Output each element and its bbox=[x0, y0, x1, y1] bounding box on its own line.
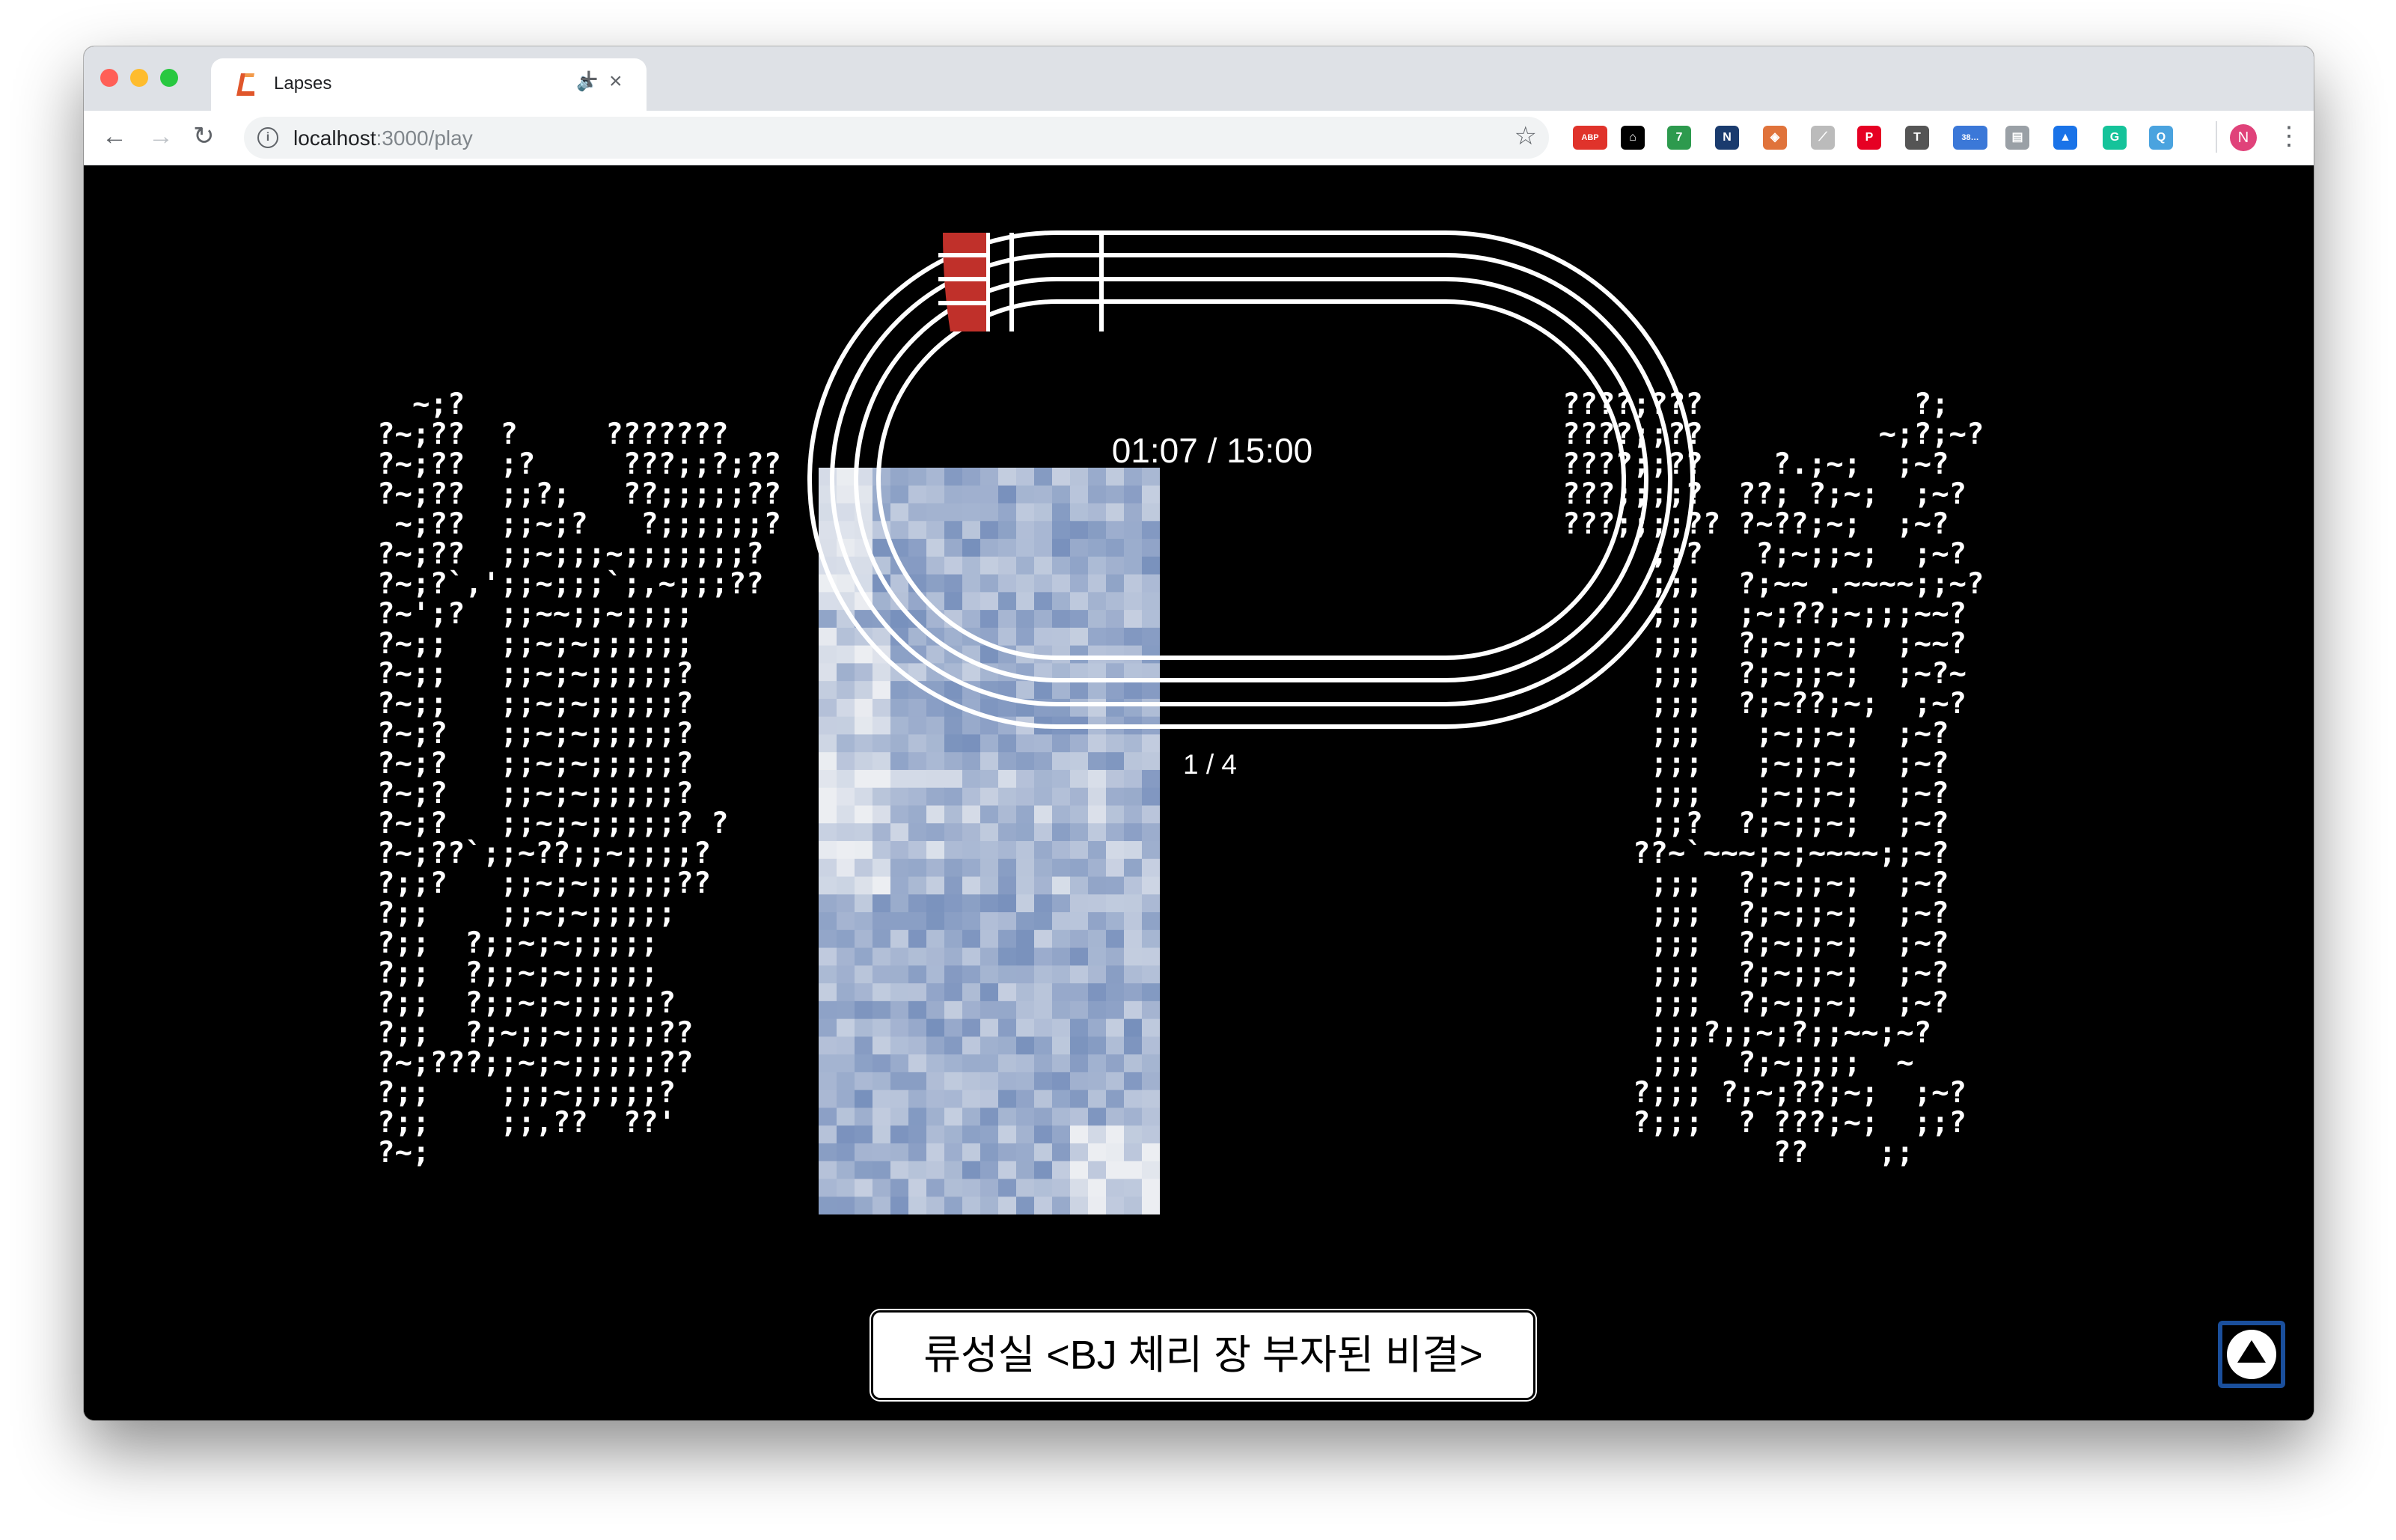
n-extension-icon[interactable]: N bbox=[1715, 126, 1739, 150]
forward-arrow-icon[interactable]: → bbox=[148, 120, 174, 153]
minimize-window-button[interactable] bbox=[130, 69, 148, 87]
bookmark-star-icon[interactable]: ☆ bbox=[1515, 121, 1537, 151]
shield-extension-icon[interactable]: ◈ bbox=[1763, 126, 1787, 150]
track-lane-line bbox=[854, 277, 1648, 682]
track-lane-line bbox=[876, 299, 1626, 660]
site-info-icon[interactable]: i bbox=[257, 127, 278, 148]
graduation-cap-icon[interactable]: ▲ bbox=[2053, 126, 2077, 150]
menu-kebab-icon[interactable]: ⋮ bbox=[2276, 121, 2302, 151]
adblock-icon[interactable]: ABP bbox=[1573, 126, 1607, 150]
home-icon[interactable]: ⌂ bbox=[1621, 126, 1645, 150]
toolbar-divider bbox=[2216, 121, 2217, 153]
grammar-extension-icon[interactable]: 7 bbox=[1667, 126, 1691, 150]
browser-window: Lapses 🔈 × + ← → ↻ i localhost:3000/play… bbox=[84, 46, 2314, 1420]
close-window-button[interactable] bbox=[100, 69, 118, 87]
t-extension-icon[interactable]: T bbox=[1905, 126, 1929, 150]
address-bar[interactable]: i localhost:3000/play ☆ bbox=[244, 117, 1549, 159]
tab-close-button[interactable]: × bbox=[609, 69, 623, 94]
player-stage: ~;? ?~;?? ? ??????? ?~;?? ;? ???;;?;?? ?… bbox=[84, 165, 2314, 1420]
tab-title: Lapses bbox=[274, 73, 332, 94]
track-progress-fill bbox=[943, 233, 986, 331]
flag-extension-icon[interactable]: ▤ bbox=[2005, 126, 2029, 150]
new-tab-button[interactable]: + bbox=[579, 63, 599, 96]
grammarly-icon[interactable]: G bbox=[2103, 126, 2127, 150]
search-extension-icon[interactable]: Q bbox=[2149, 126, 2173, 150]
playback-timer: 01:07 / 15:00 bbox=[1111, 431, 1313, 470]
pin-extension-icon[interactable]: ⟋ bbox=[1811, 126, 1835, 150]
up-arrow-icon bbox=[2227, 1330, 2276, 1379]
url-text[interactable]: localhost:3000/play bbox=[293, 126, 473, 150]
back-arrow-icon[interactable]: ← bbox=[102, 120, 127, 153]
maximize-window-button[interactable] bbox=[160, 69, 178, 87]
progress-race-track[interactable] bbox=[688, 165, 1712, 786]
scroll-up-button[interactable] bbox=[2218, 1321, 2285, 1388]
profile-avatar[interactable]: N bbox=[2230, 124, 2257, 151]
lapses-favicon-icon bbox=[236, 73, 254, 96]
cloud-extension-icon[interactable]: 38… bbox=[1953, 126, 1987, 150]
page-counter: 1 / 4 bbox=[1183, 749, 1237, 780]
tab-strip: Lapses 🔈 × + bbox=[84, 46, 2314, 111]
video-caption: 류성실 <BJ 체리 장 부자된 비결> bbox=[871, 1310, 1535, 1400]
reload-icon[interactable]: ↻ bbox=[193, 120, 215, 153]
pinterest-icon[interactable]: P bbox=[1857, 126, 1881, 150]
browser-toolbar: ← → ↻ i localhost:3000/play ☆ ABP ⌂ 7 N ◈ ⟋ P T… bbox=[84, 111, 2314, 165]
track-lane-line bbox=[807, 230, 1695, 729]
